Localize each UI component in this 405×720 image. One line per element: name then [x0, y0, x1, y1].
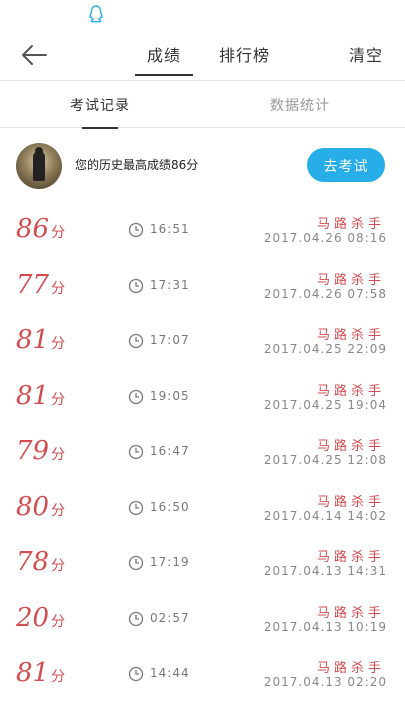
exam-date: 2017.04.25 19:04 — [263, 397, 387, 412]
score-unit: 分 — [51, 502, 66, 519]
score-value: 77 — [16, 269, 50, 300]
score-unit: 分 — [51, 280, 66, 297]
clock-icon — [128, 333, 144, 349]
score-unit: 分 — [51, 613, 66, 630]
qq-penguin-icon — [89, 5, 103, 23]
back-arrow-icon[interactable] — [18, 40, 52, 70]
exam-date: 2017.04.13 10:19 — [263, 619, 387, 634]
score-value: 79 — [16, 436, 50, 466]
exam-date: 2017.04.26 08:16 — [263, 231, 387, 245]
score: 86 分 — [16, 214, 65, 244]
clock-icon — [128, 666, 144, 682]
exam-duration: 16:47 — [150, 444, 190, 458]
score-value: 20 — [16, 602, 50, 633]
score: 80 分 — [16, 492, 65, 522]
exam-duration: 16:51 — [150, 222, 190, 236]
score: 78 分 — [16, 547, 65, 577]
record-row[interactable]: 77 分 17:31 马路杀手 2017.04.26 07:58 — [0, 262, 405, 318]
user-name: 马路杀手 — [316, 550, 385, 565]
sub-tab-bar: 考试记录 数据统计 — [0, 81, 405, 129]
score-value: 81 — [16, 325, 50, 355]
exam-date: 2017.04.25 22:09 — [263, 342, 387, 356]
best-score-text: 您的历史最高成绩86分 — [75, 158, 199, 172]
exam-duration: 14:44 — [150, 666, 190, 680]
exam-duration: 17:19 — [150, 555, 190, 569]
clock-icon — [128, 444, 144, 460]
clock-icon — [128, 500, 144, 515]
score-value: 80 — [16, 491, 50, 522]
record-row[interactable]: 86 分 16:51 马路杀手 2017.04.26 08:16 — [0, 206, 405, 262]
user-name: 马路杀手 — [316, 661, 385, 676]
record-row[interactable]: 80 分 16:50 马路杀手 2017.04.14 14:02 — [0, 484, 405, 540]
score-unit: 分 — [51, 558, 66, 574]
score: 20 分 — [16, 603, 65, 633]
clock-icon — [128, 278, 144, 293]
record-row[interactable]: 81 分 19:05 马路杀手 2017.04.25 19:04 — [0, 373, 405, 429]
score-unit: 分 — [51, 391, 66, 408]
score-value: 81 — [16, 380, 50, 411]
user-name: 马路杀手 — [316, 605, 385, 621]
exam-date: 2017.04.13 02:20 — [263, 675, 387, 689]
user-name: 马路杀手 — [316, 494, 385, 510]
exam-record-list: 86 分 16:51 马路杀手 2017.04.26 08:16 77 分 17:3… — [0, 206, 405, 706]
exam-duration: 19:05 — [150, 388, 190, 403]
clear-button[interactable]: 清空 — [349, 42, 383, 66]
score-value: 78 — [16, 547, 50, 577]
exam-duration: 17:07 — [150, 333, 190, 347]
score: 79 分 — [16, 436, 65, 466]
clock-icon — [128, 222, 144, 238]
score: 77 分 — [16, 270, 65, 300]
clock-icon — [128, 389, 144, 404]
exam-duration: 16:50 — [150, 499, 190, 514]
record-row[interactable]: 81 分 14:44 马路杀手 2017.04.13 02:20 — [0, 650, 405, 706]
user-name: 马路杀手 — [316, 439, 385, 454]
tab-scores[interactable]: 成绩 — [134, 42, 194, 76]
avatar — [16, 143, 62, 189]
clock-icon — [128, 611, 144, 626]
exam-duration: 02:57 — [150, 610, 190, 625]
score-unit: 分 — [51, 669, 66, 685]
score-unit: 分 — [51, 336, 66, 352]
best-score-banner: 您的历史最高成绩86分 去考试 — [0, 128, 405, 206]
score-unit: 分 — [51, 225, 66, 241]
top-nav-bar: 成绩 排行榜 清空 — [0, 28, 405, 81]
tab-exam-records[interactable]: 考试记录 — [70, 95, 130, 129]
tab-statistics[interactable]: 数据统计 — [270, 95, 330, 115]
user-name: 马路杀手 — [316, 328, 385, 343]
status-bar — [0, 0, 405, 28]
score-value: 81 — [16, 658, 50, 688]
exam-duration: 17:31 — [150, 277, 190, 292]
record-row[interactable]: 81 分 17:07 马路杀手 2017.04.25 22:09 — [0, 317, 405, 373]
score-value: 86 — [16, 214, 50, 244]
score: 81 分 — [16, 381, 65, 411]
take-exam-button[interactable]: 去考试 — [307, 148, 385, 182]
clock-icon — [128, 555, 144, 571]
score: 81 分 — [16, 658, 65, 688]
user-name: 马路杀手 — [316, 272, 385, 288]
score-unit: 分 — [51, 447, 66, 463]
exam-date: 2017.04.25 12:08 — [263, 453, 387, 467]
record-row[interactable]: 78 分 17:19 马路杀手 2017.04.13 14:31 — [0, 539, 405, 595]
record-row[interactable]: 79 分 16:47 马路杀手 2017.04.25 12:08 — [0, 428, 405, 484]
exam-date: 2017.04.14 14:02 — [263, 508, 387, 523]
exam-date: 2017.04.13 14:31 — [263, 564, 387, 578]
exam-date: 2017.04.26 07:58 — [263, 286, 387, 301]
record-row[interactable]: 20 分 02:57 马路杀手 2017.04.13 10:19 — [0, 595, 405, 651]
user-name: 马路杀手 — [316, 217, 385, 232]
user-name: 马路杀手 — [316, 383, 385, 399]
score: 81 分 — [16, 325, 65, 355]
tab-leaderboard[interactable]: 排行榜 — [219, 42, 270, 66]
